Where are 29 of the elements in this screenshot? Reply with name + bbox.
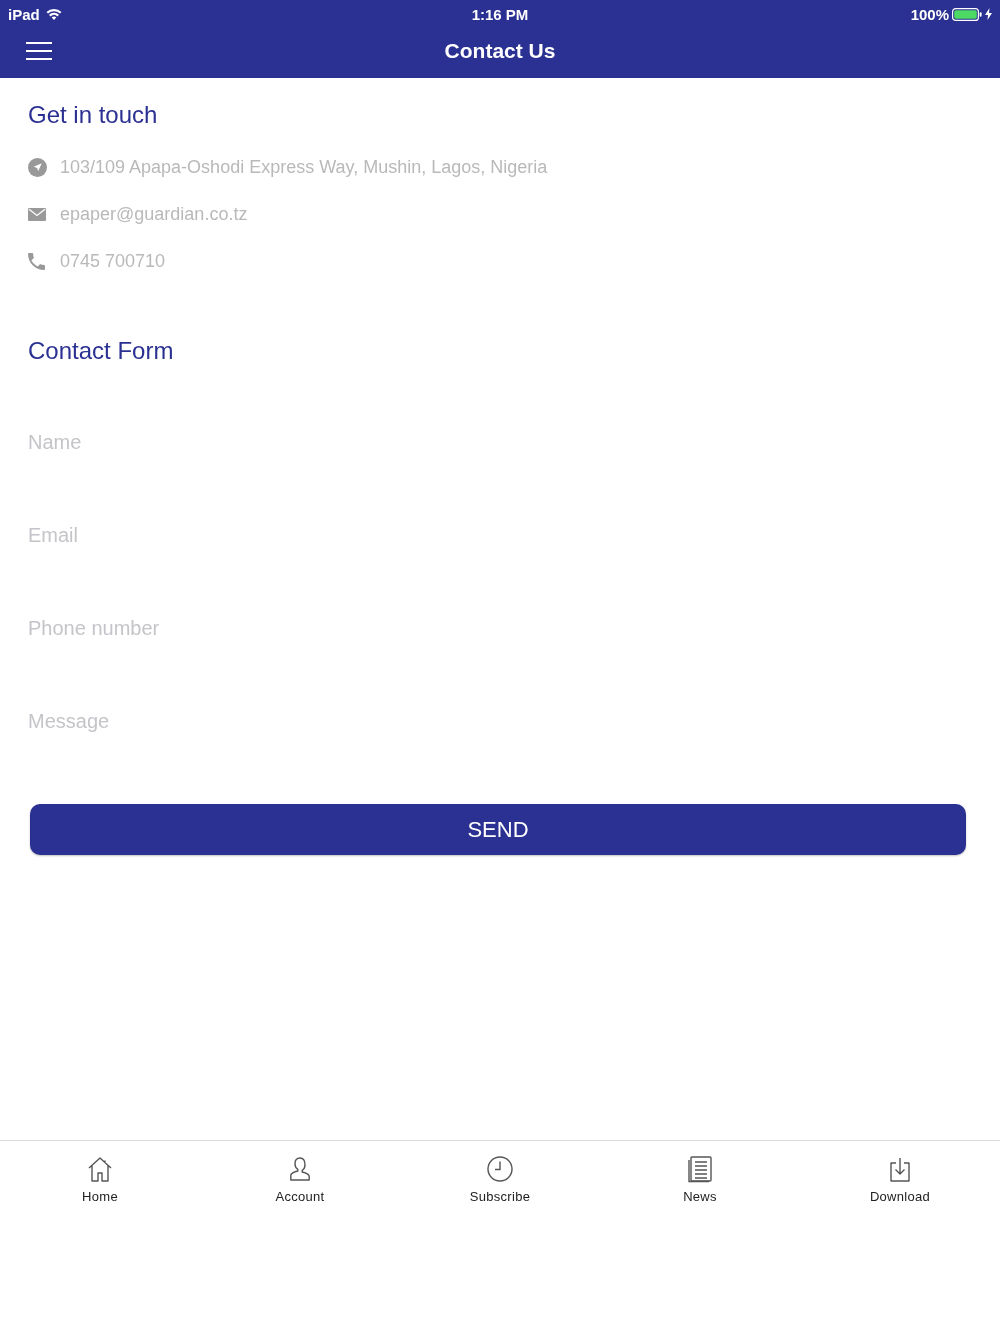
section-heading: Get in touch (28, 100, 159, 130)
tab-bar-item[interactable]: Subscribe (469, 1155, 531, 1204)
house-icon (86, 1155, 114, 1183)
menu-icon (26, 42, 52, 60)
tab-bar-item[interactable]: Download (869, 1155, 931, 1204)
phone-icon (28, 252, 45, 270)
newspaper-icon (686, 1155, 714, 1183)
status-time: 1:16 PM (471, 5, 529, 23)
battery-icon (952, 7, 982, 21)
tab-bar-item[interactable]: News (683, 1155, 717, 1204)
menu-button[interactable] (24, 40, 54, 62)
charging-bolt-icon (985, 8, 992, 20)
contact-phone: 0745 700710 (60, 250, 166, 272)
input-field[interactable]: Phone number (28, 606, 972, 650)
section-heading: Contact Form (28, 336, 175, 366)
tab-bar-item[interactable]: Home (82, 1155, 118, 1204)
contact-email: epaper@guardian.co.tz (60, 203, 248, 225)
input-field[interactable]: Email (28, 513, 972, 557)
contact-address: 103/109 Apapa-Oshodi Express Way, Mushin, Lagos, Nigeria (60, 156, 548, 178)
page-title: Contact Us (444, 39, 556, 63)
clock-icon (486, 1155, 514, 1183)
wifi-icon (45, 8, 62, 20)
input-field[interactable]: Name (28, 420, 972, 464)
battery-percent: 100% (910, 5, 949, 23)
device-name: iPad (8, 5, 40, 23)
send-button[interactable]: SEND (30, 804, 966, 855)
envelope-icon (28, 207, 46, 221)
input-field[interactable]: Message (28, 699, 972, 743)
tab-bar-item[interactable]: Account (275, 1155, 325, 1204)
